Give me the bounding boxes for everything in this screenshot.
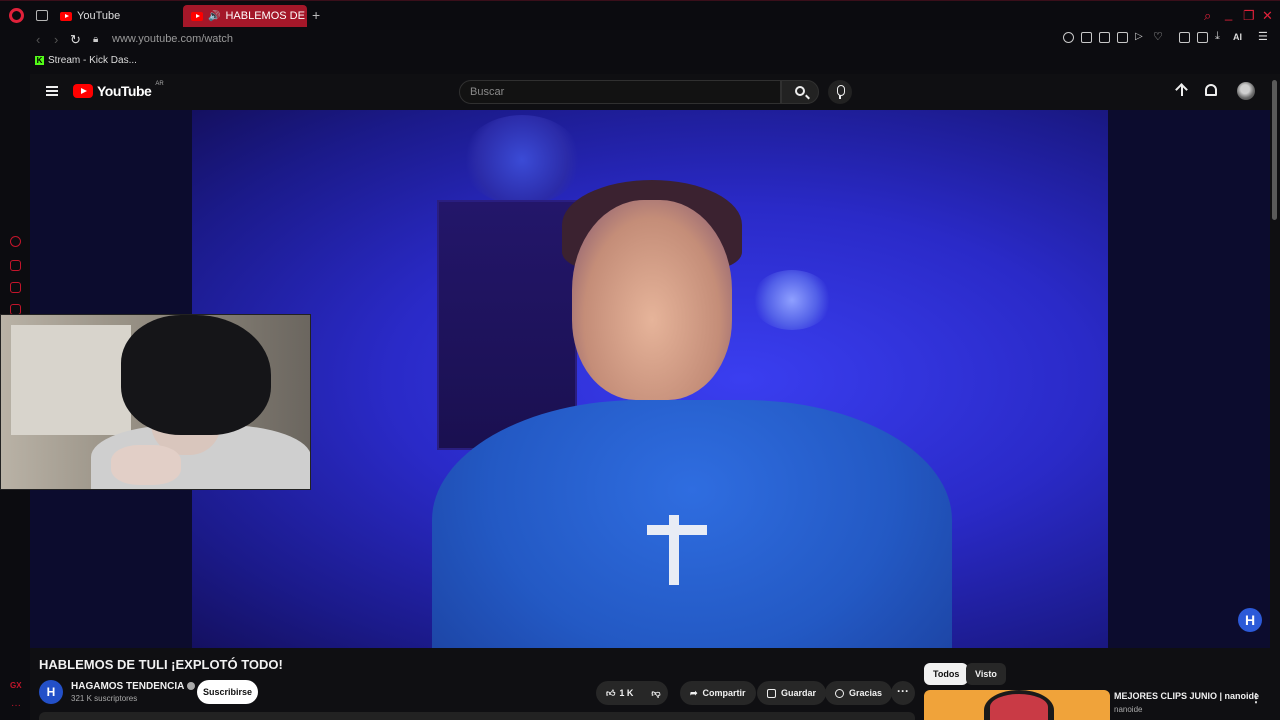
- lamp: [752, 270, 832, 330]
- bookmark-icon: [767, 688, 776, 698]
- restore-icon[interactable]: ❐: [1243, 8, 1255, 24]
- tab-hablemos-de-tuli[interactable]: 🔊 HABLEMOS DE TULI ¡E: [183, 5, 307, 27]
- play-icon[interactable]: ▷: [1135, 31, 1146, 42]
- search-input[interactable]: [459, 80, 781, 104]
- zoom-icon[interactable]: [1063, 32, 1074, 43]
- stack-icon[interactable]: [10, 282, 21, 293]
- logo-country: AR: [155, 81, 164, 87]
- youtube-play-icon: [73, 84, 93, 98]
- channel-watermark[interactable]: H: [1238, 608, 1262, 632]
- search-icon[interactable]: ⌕: [1204, 8, 1211, 24]
- opera-logo-icon[interactable]: [9, 8, 24, 23]
- youtube-header: YouTube AR: [30, 74, 1270, 110]
- verified-icon: [187, 682, 196, 691]
- tab-youtube[interactable]: YouTube: [52, 5, 180, 27]
- presenter-face: [572, 200, 732, 400]
- history-icon[interactable]: [10, 236, 21, 247]
- create-upload-icon[interactable]: [1176, 84, 1188, 100]
- notifications-bell-icon[interactable]: [1205, 84, 1217, 96]
- webcam-hair: [121, 315, 271, 435]
- tab-label: HABLEMOS DE TULI ¡E: [225, 10, 307, 22]
- thanks-button[interactable]: Gracias: [825, 681, 893, 705]
- chip-visto[interactable]: Visto: [966, 663, 1006, 685]
- webcam-overlay: [0, 314, 311, 490]
- bookmark-label: Stream - Kick Das...: [48, 55, 137, 66]
- webcam-background: [11, 325, 131, 435]
- new-tab-button[interactable]: +: [312, 7, 320, 23]
- minimize-icon[interactable]: _: [1225, 6, 1232, 21]
- thumbs-down-icon: 👎︎: [651, 687, 661, 698]
- snapshot-icon[interactable]: [1099, 32, 1110, 43]
- lock-icon: 🔒︎: [93, 34, 99, 45]
- youtube-favicon-icon: [60, 11, 72, 21]
- logo-text: YouTube: [97, 83, 152, 99]
- reload-icon[interactable]: ↻: [70, 32, 81, 48]
- guide-menu-icon[interactable]: [46, 86, 58, 96]
- video-frame[interactable]: [192, 110, 1108, 648]
- scrollbar-thumb[interactable]: [1272, 80, 1277, 220]
- like-dislike-group: 👍︎ 1 K 👎︎: [596, 681, 668, 705]
- related-video-thumbnail[interactable]: [924, 690, 1110, 720]
- more-sidebar-icon[interactable]: ···: [11, 700, 22, 711]
- share-button[interactable]: ➦ Compartir: [680, 681, 756, 705]
- close-icon[interactable]: ✕: [1262, 8, 1273, 24]
- webcam-hand: [111, 445, 181, 485]
- ai-button[interactable]: AI: [1233, 32, 1257, 43]
- dislike-button[interactable]: 👎︎: [651, 688, 660, 699]
- speaker-icon: 🔊: [208, 10, 221, 22]
- account-avatar[interactable]: [1237, 82, 1255, 100]
- more-actions-button[interactable]: ···: [891, 681, 915, 705]
- chip-todos[interactable]: Todos: [924, 663, 969, 685]
- related-video-title[interactable]: MEJORES CLIPS JUNIO | nanoide: [1114, 691, 1259, 701]
- menu-icon[interactable]: ☰: [1258, 30, 1269, 43]
- kick-favicon-icon: K: [35, 56, 44, 65]
- like-count: 1 K: [619, 688, 634, 698]
- neon-sign: [462, 115, 582, 205]
- related-video-channel[interactable]: nanoide: [1114, 705, 1142, 714]
- share-icon: ➦: [690, 687, 698, 698]
- tab-label: YouTube: [77, 10, 121, 22]
- tab-workspace-icon[interactable]: [36, 10, 48, 21]
- tab-bar: YouTube 🔊 HABLEMOS DE TULI ¡E + ⌕ _ ❐ ✕: [0, 0, 1280, 30]
- related-more-icon[interactable]: ⋮: [1250, 691, 1262, 705]
- channel-avatar[interactable]: H: [39, 680, 63, 704]
- thanks-icon: [835, 688, 844, 698]
- voice-search-button[interactable]: [828, 80, 852, 104]
- thanks-label: Gracias: [849, 688, 883, 698]
- search-button[interactable]: [781, 80, 819, 104]
- shield-icon[interactable]: [1117, 32, 1128, 43]
- back-icon[interactable]: ‹: [36, 32, 40, 47]
- save-label: Guardar: [781, 688, 817, 698]
- youtube-favicon-icon: [191, 11, 203, 21]
- thumbnail-cap: [990, 694, 1048, 720]
- url-field[interactable]: www.youtube.com/watch: [112, 33, 233, 45]
- description-box[interactable]: [39, 712, 915, 720]
- pin-icon[interactable]: [1081, 32, 1092, 43]
- save-button[interactable]: Guardar: [757, 681, 827, 705]
- download-icon[interactable]: ⤓: [1215, 30, 1226, 42]
- channel-name-text: HAGAMOS TENDENCIA: [71, 681, 185, 692]
- subscribe-button[interactable]: Suscribirse: [197, 680, 258, 704]
- youtube-logo[interactable]: YouTube AR: [73, 81, 164, 99]
- wallet-sidebar-icon[interactable]: [10, 260, 21, 271]
- like-button[interactable]: 👍︎ 1 K: [606, 688, 633, 699]
- heart-icon[interactable]: ♡: [1153, 30, 1164, 43]
- subscriber-count: 321 K suscriptores: [71, 694, 138, 703]
- gx-icon[interactable]: GX: [10, 681, 22, 692]
- wallet-icon[interactable]: [1197, 32, 1208, 43]
- thumbs-up-icon: 👍︎: [606, 687, 616, 698]
- forward-icon[interactable]: ›: [54, 32, 58, 47]
- shirt-logo: [647, 515, 707, 585]
- browser-chrome: YouTube 🔊 HABLEMOS DE TULI ¡E + ⌕ _ ❐ ✕ …: [0, 0, 1280, 74]
- search-icon: [795, 86, 805, 96]
- extensions-icon[interactable]: [1179, 32, 1190, 43]
- video-title: HABLEMOS DE TULI ¡EXPLOTÓ TODO!: [39, 657, 283, 672]
- bookmark-kick[interactable]: K Stream - Kick Das...: [35, 55, 137, 66]
- channel-name[interactable]: HAGAMOS TENDENCIA: [71, 681, 196, 692]
- share-label: Compartir: [702, 688, 746, 698]
